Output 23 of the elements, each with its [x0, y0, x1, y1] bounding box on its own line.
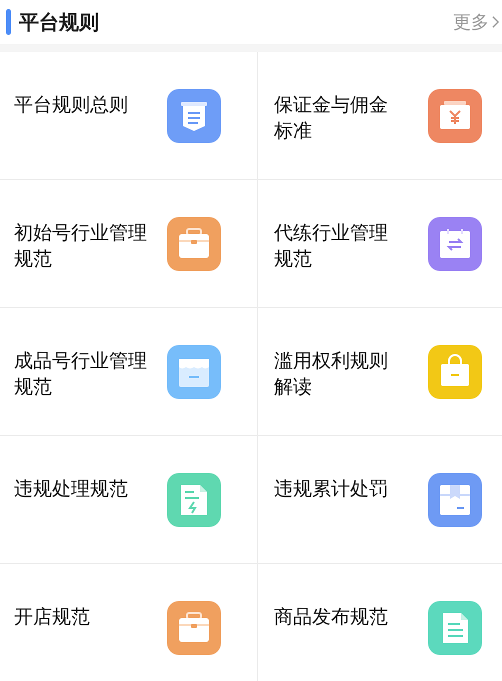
- rule-item[interactable]: 代练行业管理规范: [258, 180, 502, 308]
- accent-bar: [6, 9, 11, 35]
- rule-item[interactable]: 违规累计处罚: [258, 436, 502, 564]
- rule-item[interactable]: 保证金与佣金标准: [258, 52, 502, 180]
- rule-title: 违规累计处罚: [274, 477, 389, 502]
- rule-item[interactable]: 初始号行业管理规范: [0, 180, 258, 308]
- rule-item[interactable]: 违规处理规范: [0, 436, 258, 564]
- rule-title: 滥用权利规则解读: [274, 349, 389, 400]
- rule-title: 平台规则总则: [14, 93, 129, 118]
- rule-item[interactable]: 商品发布规范: [258, 564, 502, 681]
- rule-title: 代练行业管理规范: [274, 221, 389, 272]
- rule-title: 商品发布规范: [274, 605, 389, 630]
- section-title: 平台规则: [19, 8, 100, 36]
- chevron-right-icon: [491, 15, 500, 29]
- rule-title: 违规处理规范: [14, 477, 129, 502]
- rule-item[interactable]: 开店规范: [0, 564, 258, 681]
- rule-item[interactable]: 滥用权利规则解读: [258, 308, 502, 436]
- rule-title: 初始号行业管理规范: [14, 221, 148, 272]
- rule-title: 开店规范: [14, 605, 91, 630]
- rule-title: 保证金与佣金标准: [274, 93, 389, 144]
- rule-item[interactable]: 平台规则总则: [0, 52, 258, 180]
- rule-title: 成品号行业管理规范: [14, 349, 148, 400]
- rule-item[interactable]: 成品号行业管理规范: [0, 308, 258, 436]
